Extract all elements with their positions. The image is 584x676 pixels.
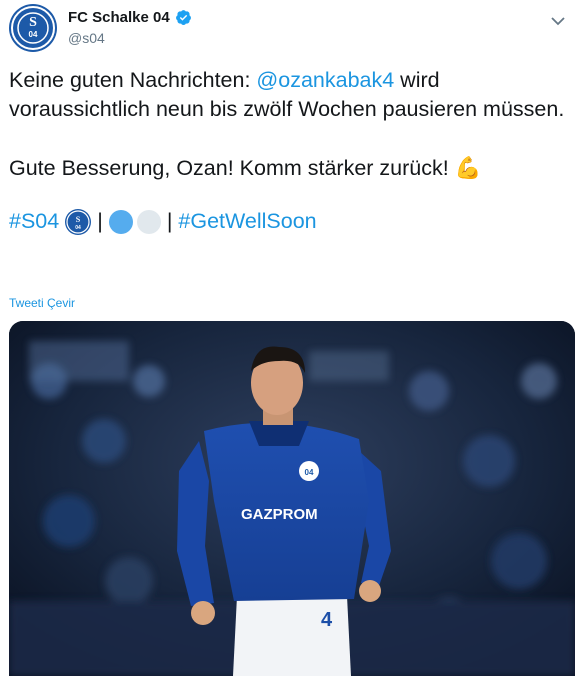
tweet-paragraph-1: Keine guten Nachrichten: @ozankabak4 wir… <box>9 66 575 124</box>
more-options-chevron-icon[interactable] <box>548 13 568 29</box>
shirt-crest-text: 04 <box>305 468 314 477</box>
separator: | <box>97 209 103 233</box>
svg-text:04: 04 <box>75 225 81 231</box>
tweet-card: S 04 FC Schalke 04 @s04 Keine guten Nach… <box>0 0 584 676</box>
player-photo-illustration: 4 GAZPROM 04 <box>9 321 575 676</box>
blue-white-circles-icon <box>108 209 161 234</box>
hashtag-s04[interactable]: #S04 <box>9 207 59 236</box>
mention-link[interactable]: @ozankabak4 <box>256 68 394 92</box>
flexed-biceps-icon: 💪 <box>454 156 482 180</box>
svg-text:04: 04 <box>29 30 38 39</box>
text-line1-prefix: Keine guten Nachrichten: <box>9 68 257 92</box>
avatar[interactable]: S 04 <box>9 4 57 52</box>
schalke-crest-hashflag-icon: S 04 <box>65 208 92 235</box>
tweet-paragraph-2: Gute Besserung, Ozan! Komm stärker zurüc… <box>9 154 575 183</box>
schalke-crest-icon: S 04 <box>11 6 55 50</box>
display-name[interactable]: FC Schalke 04 <box>68 9 170 26</box>
white-circle-icon <box>136 209 161 234</box>
tweet-text: Keine guten Nachrichten: @ozankabak4 wir… <box>9 66 575 236</box>
hashtag-row: #S04 S 04 | | #GetWellSoon <box>9 207 575 236</box>
separator: | <box>166 209 173 233</box>
translate-tweet-link[interactable]: Tweeti Çevir <box>9 296 75 310</box>
tweet-photo[interactable]: 4 GAZPROM 04 <box>9 321 575 676</box>
blue-circle-icon <box>108 209 133 234</box>
verified-badge-icon <box>175 10 191 26</box>
hashtag-getwellsoon[interactable]: #GetWellSoon <box>178 207 316 236</box>
svg-text:S: S <box>76 215 81 224</box>
text-line2: Gute Besserung, Ozan! Komm stärker zurüc… <box>9 156 455 180</box>
handle[interactable]: @s04 <box>68 30 192 46</box>
sponsor-text: GAZPROM <box>241 506 318 523</box>
jersey-number: 4 <box>321 609 333 631</box>
svg-text:S: S <box>29 15 37 30</box>
author-block: FC Schalke 04 @s04 <box>68 9 192 46</box>
